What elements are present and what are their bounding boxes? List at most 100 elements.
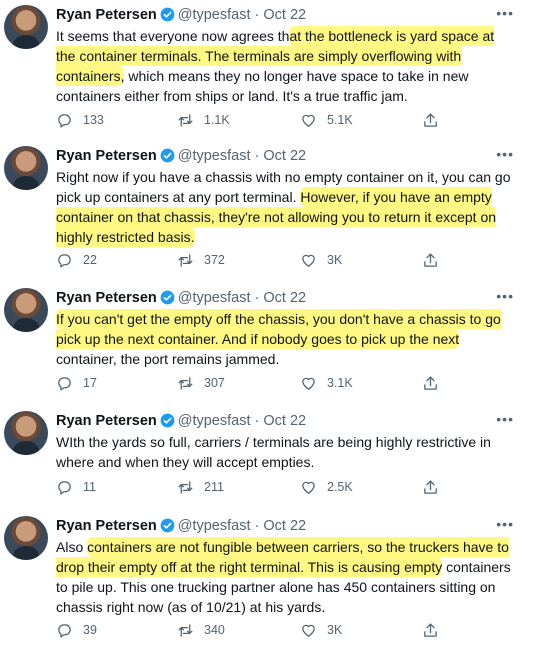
share-button[interactable]: [422, 250, 439, 270]
retweet-icon: [177, 252, 194, 269]
highlighted-text: containers are not fungible between carr…: [56, 537, 509, 577]
tweet-actions: 22 372 3K: [56, 250, 456, 270]
author-name[interactable]: Ryan Petersen: [56, 7, 157, 23]
like-icon: [300, 479, 317, 496]
avatar[interactable]: [4, 5, 48, 49]
tweet-header: Ryan Petersen @typesfast · Oct 22: [56, 290, 307, 306]
tweet-date[interactable]: Oct 22: [263, 413, 306, 429]
verified-badge-icon: [160, 518, 175, 533]
verified-badge-icon: [160, 7, 175, 22]
tweet-header: Ryan Petersen @typesfast · Oct 22: [56, 7, 307, 23]
retweet-icon: [177, 375, 194, 392]
tweet-text-segment: It seems that everyone now agrees th: [56, 28, 290, 44]
retweet-icon: [177, 112, 194, 129]
like-icon: [300, 252, 317, 269]
avatar[interactable]: [4, 288, 48, 332]
like-count: 2.5K: [327, 480, 353, 494]
author-name[interactable]: Ryan Petersen: [56, 290, 157, 306]
retweet-button[interactable]: 307: [177, 373, 225, 393]
reply-button[interactable]: 133: [56, 110, 104, 130]
retweet-count: 307: [204, 376, 225, 390]
like-button[interactable]: 3.1K: [300, 373, 353, 393]
share-button[interactable]: [422, 620, 439, 640]
tweet-actions: 39 340 3K: [56, 620, 456, 640]
reply-count: 17: [83, 376, 97, 390]
tweet-text-segment: WIth the yards so full, carriers / termi…: [56, 434, 491, 470]
tweet-header: Ryan Petersen @typesfast · Oct 22: [56, 518, 307, 534]
reply-button[interactable]: 22: [56, 250, 97, 270]
author-handle[interactable]: @typesfast: [178, 413, 251, 429]
reply-button[interactable]: 11: [56, 477, 96, 497]
like-icon: [300, 112, 317, 129]
retweet-icon: [177, 622, 194, 639]
share-icon: [422, 375, 439, 392]
author-handle[interactable]: @typesfast: [178, 290, 251, 306]
verified-badge-icon: [160, 290, 175, 305]
retweet-button[interactable]: 340: [177, 620, 225, 640]
tweet-text: Also containers are not fungible between…: [56, 537, 516, 617]
tweet-actions: 11 211 2.5K: [56, 477, 456, 497]
reply-button[interactable]: 17: [56, 373, 97, 393]
share-icon: [422, 479, 439, 496]
author-name[interactable]: Ryan Petersen: [56, 148, 157, 164]
tweet-actions: 17 307 3.1K: [56, 373, 456, 393]
author-handle[interactable]: @typesfast: [178, 7, 251, 23]
highlighted-text: If you can't get the empty off the chass…: [56, 309, 501, 349]
more-icon[interactable]: •••: [496, 146, 514, 162]
reply-icon: [56, 622, 73, 639]
retweet-button[interactable]: 211: [177, 477, 224, 497]
tweet-text: WIth the yards so full, carriers / termi…: [56, 432, 516, 472]
retweet-count: 372: [204, 253, 225, 267]
share-button[interactable]: [422, 373, 439, 393]
tweet-date[interactable]: Oct 22: [263, 290, 306, 306]
like-button[interactable]: 2.5K: [300, 477, 353, 497]
reply-icon: [56, 479, 73, 496]
share-button[interactable]: [422, 110, 439, 130]
avatar[interactable]: [4, 516, 48, 560]
like-count: 3K: [327, 623, 343, 637]
tweet-text: If you can't get the empty off the chass…: [56, 309, 516, 369]
more-icon[interactable]: •••: [496, 411, 514, 427]
reply-icon: [56, 375, 73, 392]
more-icon[interactable]: •••: [496, 516, 514, 532]
tweet-date[interactable]: Oct 22: [263, 7, 306, 23]
retweet-button[interactable]: 1.1K: [177, 110, 230, 130]
share-icon: [422, 252, 439, 269]
tweet-text-segment: container, the port remains jammed.: [56, 351, 280, 367]
reply-count: 11: [83, 480, 96, 494]
retweet-icon: [177, 479, 194, 496]
reply-button[interactable]: 39: [56, 620, 97, 640]
share-icon: [422, 112, 439, 129]
tweet-text: Right now if you have a chassis with no …: [56, 167, 516, 247]
avatar[interactable]: [4, 411, 48, 455]
tweet-text-segment: Also: [56, 539, 88, 555]
author-name[interactable]: Ryan Petersen: [56, 518, 157, 534]
reply-count: 39: [83, 623, 97, 637]
like-button[interactable]: 3K: [300, 250, 342, 270]
share-button[interactable]: [422, 477, 439, 497]
like-button[interactable]: 5.1K: [300, 110, 353, 130]
retweet-count: 340: [204, 623, 225, 637]
reply-count: 133: [83, 113, 104, 127]
like-button[interactable]: 3K: [300, 620, 342, 640]
author-handle[interactable]: @typesfast: [178, 148, 251, 164]
tweet-header: Ryan Petersen @typesfast · Oct 22: [56, 148, 307, 164]
tweet-actions: 133 1.1K 5.1K: [56, 110, 456, 130]
reply-count: 22: [83, 253, 97, 267]
like-count: 3K: [327, 253, 343, 267]
more-icon[interactable]: •••: [496, 5, 514, 21]
more-icon[interactable]: •••: [496, 288, 514, 304]
tweet-date[interactable]: Oct 22: [263, 518, 306, 534]
like-count: 5.1K: [327, 113, 353, 127]
like-icon: [300, 375, 317, 392]
author-handle[interactable]: @typesfast: [178, 518, 251, 534]
tweet-date[interactable]: Oct 22: [263, 148, 306, 164]
tweet-text: It seems that everyone now agrees that t…: [56, 26, 516, 106]
avatar[interactable]: [4, 146, 48, 190]
retweet-button[interactable]: 372: [177, 250, 225, 270]
retweet-count: 211: [204, 480, 224, 494]
author-name[interactable]: Ryan Petersen: [56, 413, 157, 429]
like-count: 3.1K: [327, 376, 353, 390]
retweet-count: 1.1K: [204, 113, 230, 127]
reply-icon: [56, 252, 73, 269]
